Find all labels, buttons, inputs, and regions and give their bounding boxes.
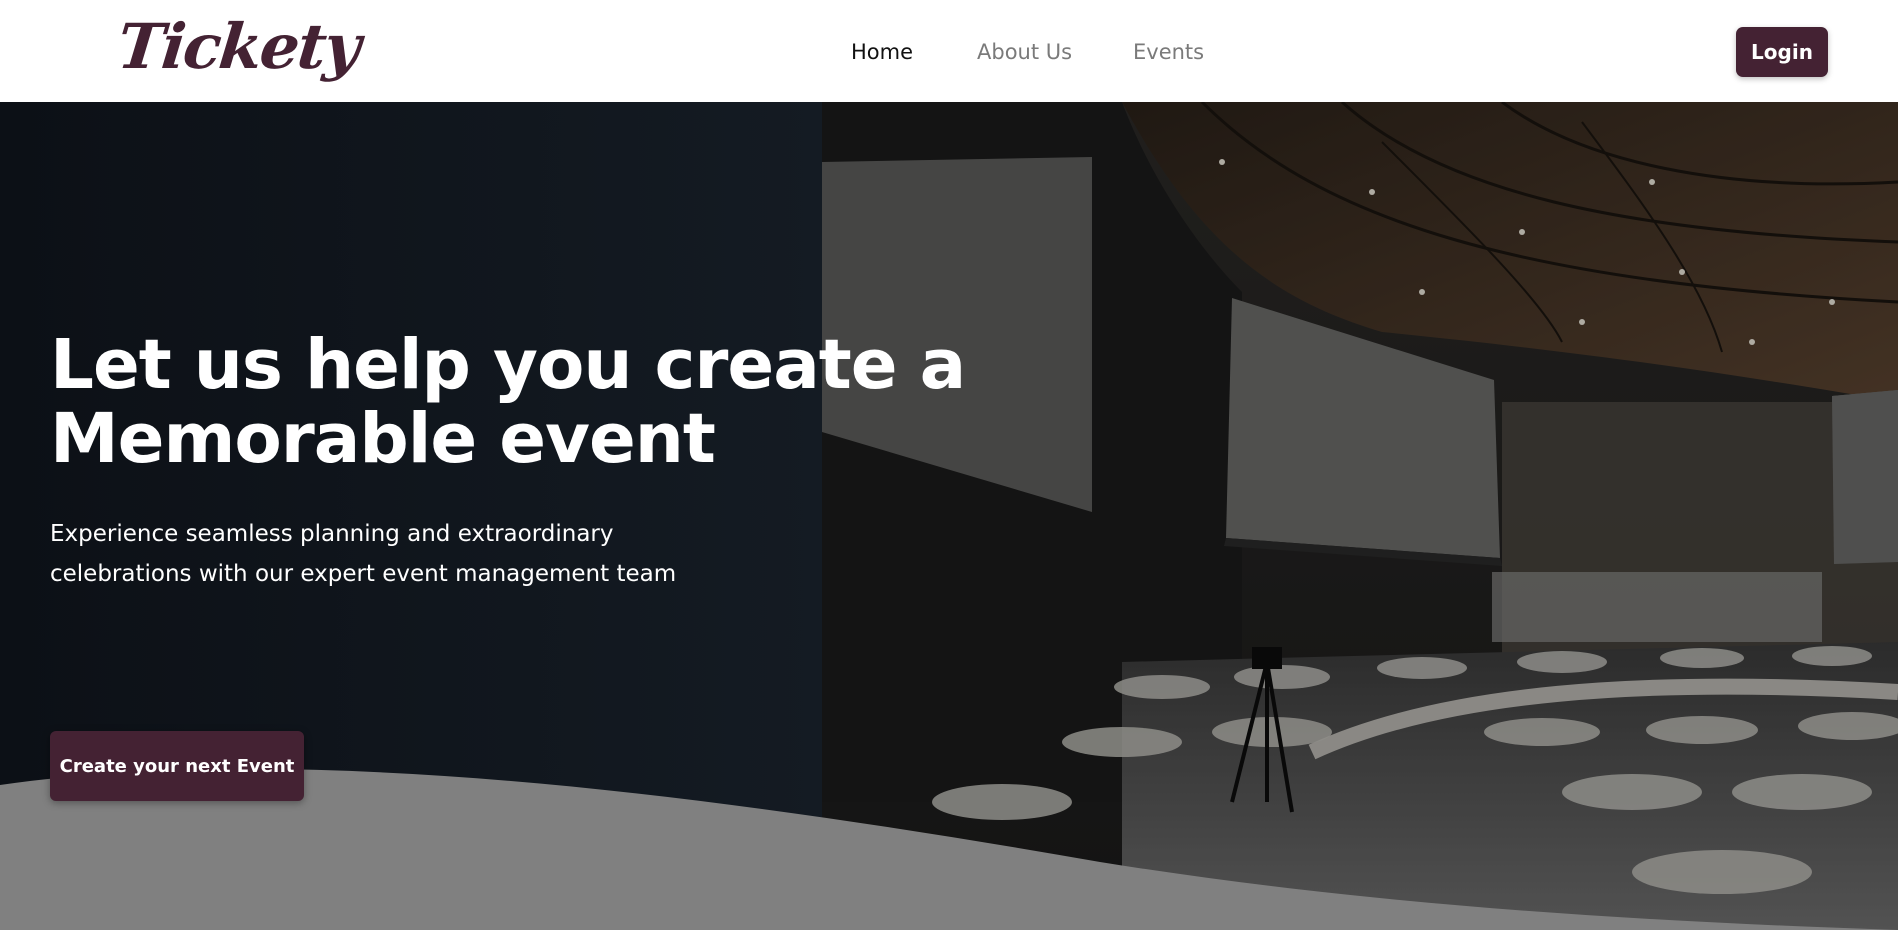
- site-header: Tickety Home About Us Events Login: [0, 0, 1898, 102]
- login-button[interactable]: Login: [1736, 27, 1828, 77]
- main-nav: Home About Us Events: [0, 40, 1898, 64]
- nav-home-link[interactable]: Home: [851, 40, 913, 64]
- nav-events-link[interactable]: Events: [1133, 40, 1204, 64]
- hero-wave-divider: [0, 769, 1898, 930]
- create-event-button[interactable]: Create your next Event: [50, 731, 304, 801]
- hero-section: Let us help you create a Memorable event…: [0, 102, 1898, 930]
- nav-about-us-link[interactable]: About Us: [977, 40, 1072, 64]
